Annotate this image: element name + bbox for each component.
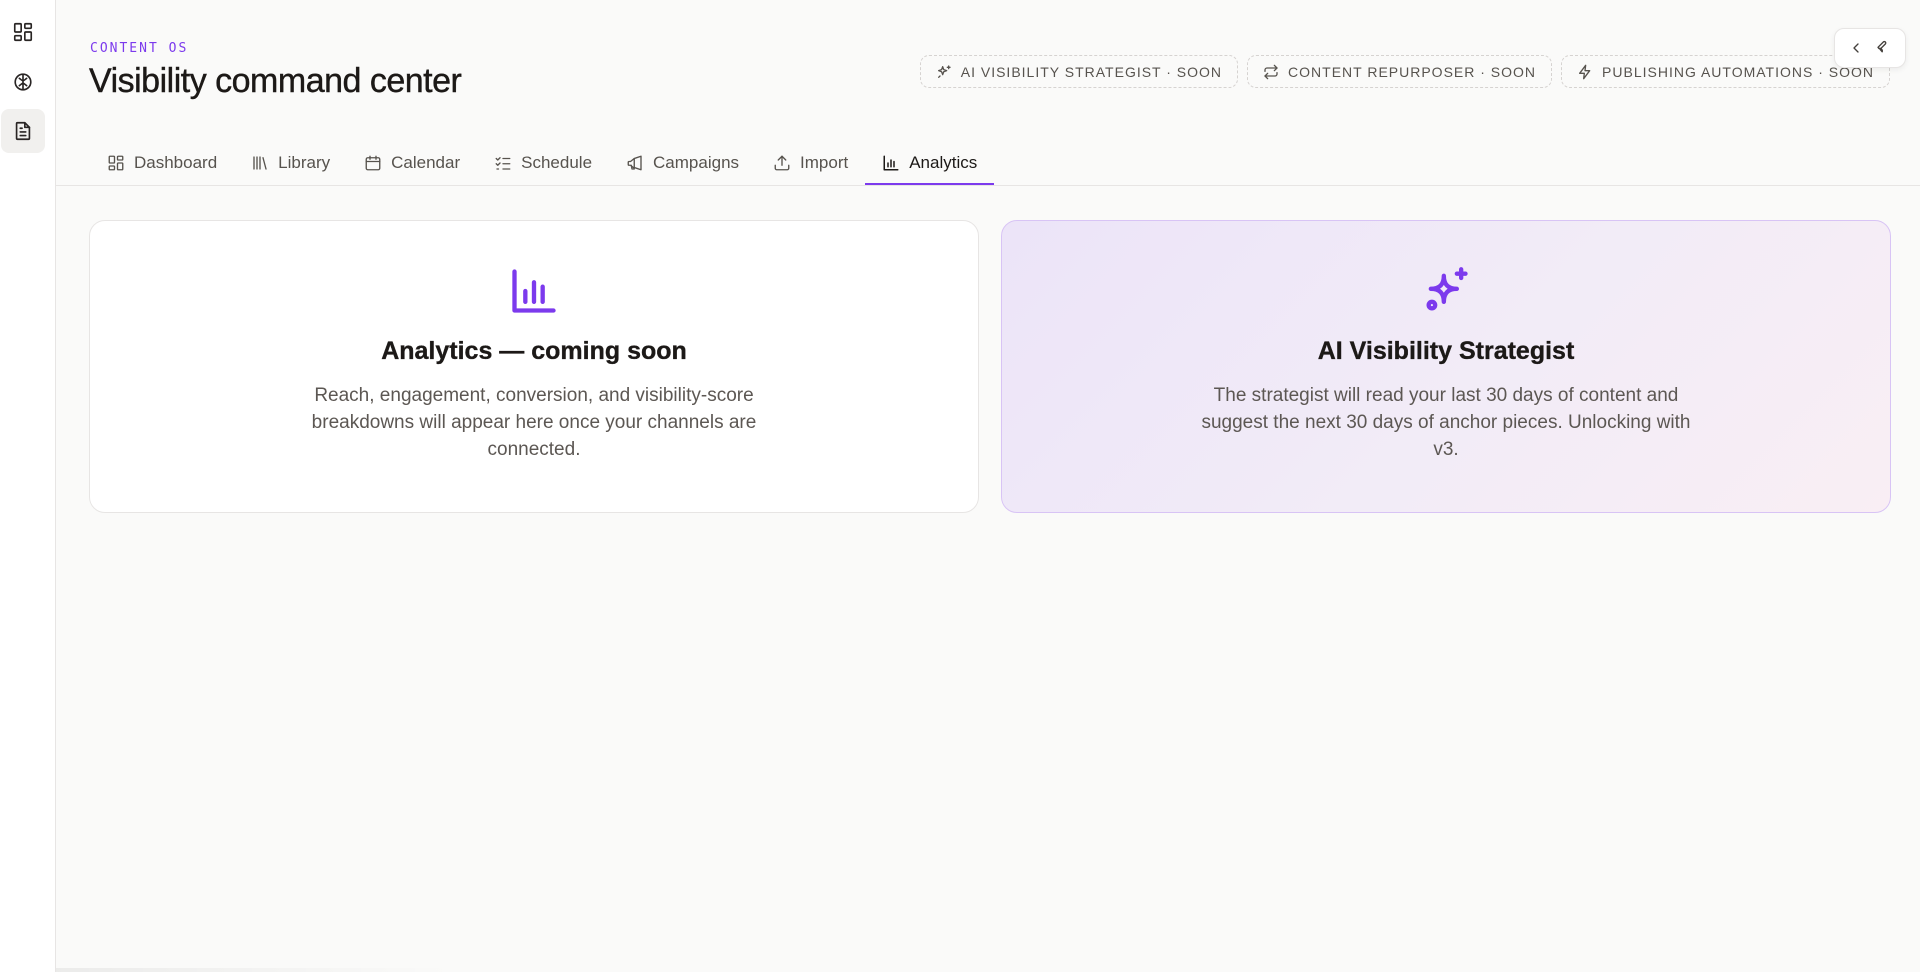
card-description: Reach, engagement, conversion, and visib… — [311, 385, 757, 460]
tabs-divider — [56, 185, 1920, 186]
rail-content-button[interactable] — [1, 109, 45, 153]
card-title: AI Visibility Strategist — [1317, 337, 1575, 365]
rail-dashboard-button[interactable] — [1, 10, 45, 54]
tab-calendar[interactable]: Calendar — [347, 140, 477, 185]
layout-grid-icon — [12, 21, 34, 43]
tab-label: Schedule — [521, 152, 593, 172]
repeat-icon — [1263, 64, 1279, 80]
tab-import[interactable]: Import — [756, 140, 865, 185]
tab-label: Analytics — [909, 152, 978, 172]
left-rail — [0, 0, 56, 972]
tab-label: Calendar — [391, 152, 461, 172]
tab-dashboard[interactable]: Dashboard — [90, 140, 234, 185]
calendar-icon — [364, 154, 382, 172]
pill-ai-visibility-strategist[interactable]: AI VISIBILITY STRATEGIST · SOON — [919, 55, 1239, 88]
megaphone-icon — [626, 154, 644, 172]
bar-chart-icon — [882, 154, 900, 172]
tab-label: Import — [800, 152, 849, 172]
card-title: Analytics — coming soon — [381, 337, 687, 365]
library-icon — [251, 154, 269, 172]
tab-library[interactable]: Library — [234, 140, 347, 185]
floating-toolbox — [1834, 28, 1906, 68]
zap-icon — [1577, 64, 1593, 80]
ai-visibility-strategist-card: AI Visibility Strategist The strategist … — [1001, 220, 1891, 513]
pill-label: PUBLISHING AUTOMATIONS · SOON — [1602, 63, 1874, 80]
eyebrow-label: CONTENT OS — [90, 41, 189, 56]
dashboard-icon — [107, 154, 125, 172]
scroll-shadow — [56, 968, 456, 972]
tab-schedule[interactable]: Schedule — [477, 140, 609, 185]
tab-analytics[interactable]: Analytics — [865, 140, 995, 186]
page-title: Visibility command center — [89, 62, 462, 100]
pill-label: CONTENT REPURPOSER · SOON — [1288, 63, 1537, 80]
tab-label: Dashboard — [134, 152, 218, 172]
pill-content-repurposer[interactable]: CONTENT REPURPOSER · SOON — [1247, 55, 1553, 88]
sparkles-icon — [1420, 265, 1472, 317]
sparkles-icon — [936, 64, 952, 80]
card-description: The strategist will read your last 30 da… — [1201, 385, 1691, 460]
tab-campaigns[interactable]: Campaigns — [609, 140, 756, 185]
bar-chart-icon — [508, 265, 560, 317]
file-text-icon — [12, 120, 34, 142]
tab-label: Campaigns — [653, 152, 740, 172]
section-tabs: Dashboard Library Calendar Schedule Camp… — [90, 140, 995, 186]
brain-icon — [12, 71, 34, 93]
soon-feature-pills: AI VISIBILITY STRATEGIST · SOON CONTENT … — [919, 55, 1890, 88]
tab-label: Library — [278, 152, 331, 172]
chevron-left-icon[interactable] — [1848, 40, 1864, 56]
wrench-icon[interactable] — [1876, 40, 1892, 56]
pill-label: AI VISIBILITY STRATEGIST · SOON — [960, 63, 1223, 80]
analytics-coming-soon-card: Analytics — coming soon Reach, engagemen… — [89, 220, 979, 513]
upload-icon — [773, 154, 791, 172]
list-checks-icon — [494, 154, 512, 172]
rail-brain-button[interactable] — [1, 60, 45, 104]
